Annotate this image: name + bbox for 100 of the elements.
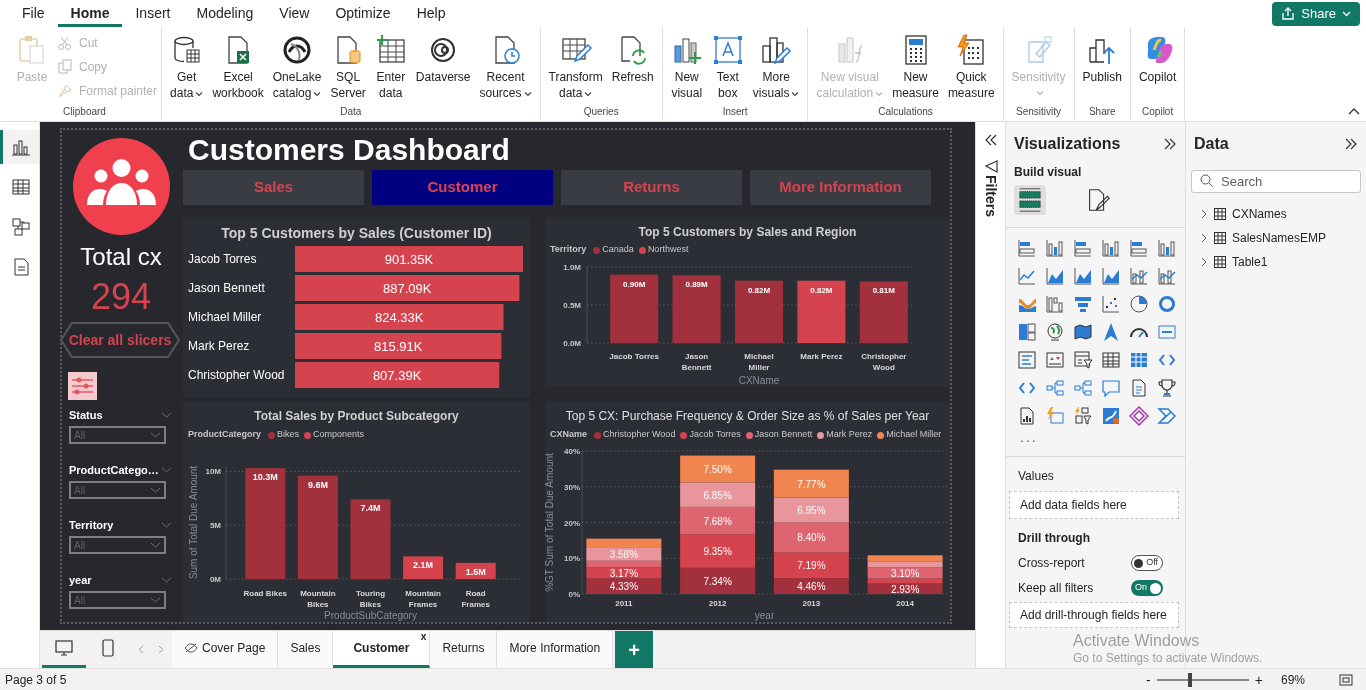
ribbon-button[interactable]: More visuals	[748, 27, 804, 101]
close-tab-button[interactable]: x	[420, 631, 427, 643]
chevron-down-icon[interactable]	[161, 412, 172, 418]
ribbon-button[interactable]: Transform data	[544, 27, 607, 101]
combo-chart-icon[interactable]	[1157, 266, 1177, 286]
ribbon-button[interactable]: SQL Server	[326, 27, 370, 101]
document-icon[interactable]	[1129, 378, 1149, 398]
navigation-arrow-icon[interactable]	[1101, 322, 1121, 342]
chevron-down-icon[interactable]	[161, 467, 172, 473]
chevron-right-icon[interactable]	[1200, 209, 1208, 219]
area-chart-icon[interactable]	[1101, 266, 1121, 286]
ribbon-button[interactable]: Excel workbook	[208, 27, 268, 101]
zoom-out-button[interactable]: -	[1146, 672, 1151, 687]
table-icon[interactable]	[1101, 350, 1121, 370]
kpi-icon[interactable]	[1045, 350, 1065, 370]
nav-button[interactable]: Customer	[372, 170, 553, 205]
menu-tab[interactable]: Help	[403, 0, 459, 27]
toggle-switch[interactable]: On	[1131, 580, 1163, 596]
chevron-right-icon[interactable]	[1200, 257, 1208, 267]
chevron-right-icon[interactable]	[1200, 233, 1208, 243]
trophy-icon[interactable]	[1157, 378, 1177, 398]
mode-tab[interactable]	[1014, 185, 1046, 215]
more-visuals-button[interactable]: ...	[1020, 430, 1038, 444]
chevron-down-icon[interactable]	[161, 577, 172, 583]
funnel-icon[interactable]	[1073, 294, 1093, 314]
ribbon-button[interactable]: OneLake catalog	[268, 27, 326, 101]
tree-diagram-icon[interactable]	[1045, 378, 1065, 398]
ribbon-button[interactable]: Enter data	[370, 27, 411, 101]
chevron-up-icon[interactable]	[1348, 107, 1360, 115]
donut-chart-icon[interactable]	[1157, 294, 1177, 314]
ribbon-button[interactable]: New measure	[888, 27, 943, 101]
expand-icon[interactable]	[1344, 138, 1358, 150]
bar-chart-icon[interactable]	[1073, 238, 1093, 258]
card-icon[interactable]	[1157, 322, 1177, 342]
tree-item[interactable]: Table1	[1232, 253, 1268, 271]
page-tab[interactable]: Sales	[278, 631, 334, 668]
column-chart-icon[interactable]	[1157, 238, 1177, 258]
view-button[interactable]	[0, 130, 39, 164]
expand-icon[interactable]	[1163, 138, 1177, 150]
zoom-in-button[interactable]: +	[1254, 672, 1263, 687]
fit-page-icon[interactable]	[1339, 673, 1353, 686]
field-well[interactable]: Add drill-through fields here	[1009, 602, 1179, 628]
menu-tab[interactable]: View	[266, 0, 323, 27]
toggle-switch[interactable]: Off	[1131, 555, 1163, 571]
area-chart-icon[interactable]	[1045, 266, 1065, 286]
tree-item[interactable]: SalesNamesEMP	[1232, 229, 1327, 247]
ribbon-button[interactable]: Publish	[1078, 27, 1126, 85]
filters-pane-label[interactable]: Filters	[980, 175, 1001, 217]
column-chart-icon[interactable]	[1045, 238, 1065, 258]
field-well[interactable]: Add data fields here	[1009, 491, 1179, 519]
ribbon-button[interactable]: Quick measure	[943, 27, 999, 101]
globe-icon[interactable]	[1045, 322, 1065, 342]
treemap-icon[interactable]	[1017, 322, 1037, 342]
matrix-icon[interactable]	[1129, 350, 1149, 370]
tree-item[interactable]: CXNames	[1232, 205, 1287, 223]
page-tab[interactable]: Customer x	[333, 631, 431, 668]
bolt-card-icon[interactable]	[1045, 406, 1065, 426]
ribbon-button[interactable]: Recent sources	[475, 27, 536, 101]
bar-chart-icon[interactable]	[1017, 238, 1037, 258]
sliders-icon[interactable]	[68, 372, 97, 400]
speech-bubble-icon[interactable]	[1101, 378, 1121, 398]
axis-tick-label: 0%	[568, 590, 580, 599]
scatter-chart-icon[interactable]	[1101, 294, 1121, 314]
combo-chart-icon[interactable]	[1129, 266, 1149, 286]
ribbon-button[interactable]: Copilot	[1134, 27, 1181, 85]
area-chart-icon[interactable]	[1073, 266, 1093, 286]
menu-tab[interactable]: Modeling	[183, 0, 267, 27]
menu-tab[interactable]: Optimize	[322, 0, 404, 27]
column-chart-icon[interactable]	[1101, 238, 1121, 258]
data-label: 0.82M	[810, 285, 833, 295]
ribbon-button[interactable]: Text box	[707, 27, 748, 101]
map-icon[interactable]	[1073, 322, 1093, 342]
ribbon-button[interactable]: Dataverse	[411, 27, 475, 85]
page-tab[interactable]: Cover Page	[172, 631, 279, 668]
waterfall-chart-icon[interactable]	[1045, 294, 1065, 314]
ribbon-button[interactable]: New visual	[666, 27, 707, 101]
report-icon[interactable]	[1017, 406, 1037, 426]
share-button[interactable]: Share	[1272, 1, 1360, 26]
bar-chart-icon[interactable]	[1129, 238, 1149, 258]
slider-thumb[interactable]	[1187, 672, 1192, 687]
slicer-icon[interactable]	[1073, 350, 1093, 370]
chevrons-icon[interactable]	[1157, 406, 1177, 426]
search-field[interactable]: Search	[1191, 170, 1361, 193]
menu-tab[interactable]: Insert	[122, 0, 184, 27]
ribbon-button[interactable]: Get data	[166, 27, 208, 101]
pie-chart-icon[interactable]	[1129, 294, 1149, 314]
tree-diagram-icon[interactable]	[1073, 378, 1093, 398]
line-chart-icon[interactable]	[1017, 266, 1037, 286]
page-tab[interactable]: More Information	[497, 631, 614, 668]
chevron-left-icon[interactable]	[138, 645, 144, 654]
bolt-filter-icon[interactable]	[1073, 406, 1093, 426]
collapse-icon[interactable]	[983, 134, 998, 146]
list-card-icon[interactable]	[1017, 350, 1037, 370]
page-tab[interactable]: Returns	[430, 631, 498, 668]
menu-tab[interactable]: File	[9, 0, 58, 27]
chevron-down-icon[interactable]	[161, 522, 172, 528]
flow-icon[interactable]	[1101, 406, 1121, 426]
add-page-button[interactable]: +	[615, 631, 654, 668]
diamond-icon[interactable]	[1129, 406, 1149, 426]
ribbon-button[interactable]: Refresh	[607, 27, 658, 85]
